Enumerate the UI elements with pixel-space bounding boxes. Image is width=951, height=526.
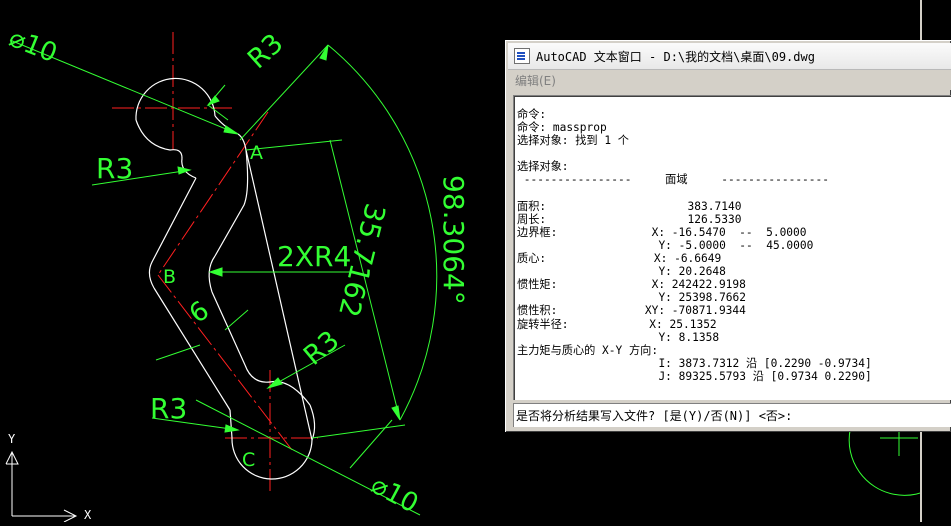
history-line: 命令: [517,108,547,121]
history-line: ---------------- 面域 ---------------- [517,173,829,187]
document-icon [514,48,530,64]
history-line: Y: -5.0000 -- 45.0000 [517,238,814,252]
history-line: Y: 8.1358 [517,330,720,344]
ucs-icon: Y X [0,430,100,526]
history-line: 主力矩与质心的 X-Y 方向: [517,343,659,357]
history-line: Y: 25398.7662 [517,291,747,305]
history-line: 惯性积: XY: -70871.9344 [517,304,746,318]
history-line: J: 89325.5793 沿 [0.9734 0.2290] [517,369,872,383]
history-line: 选择对象: 找到 1 个 [517,134,629,148]
point-b-label: B [163,266,177,288]
dim-angle: 98.3064° [437,175,470,305]
history-line: 质心: X: -6.6649 [517,252,722,266]
text-window-titlebar[interactable]: AutoCAD 文本窗口 - D:\我的文档\桌面\09.dwg [508,43,951,70]
history-line: 选择对象: [517,160,569,174]
command-history[interactable]: 命令: 命令: massprop 选择对象: 找到 1 个 选择对象: ------… [513,95,951,400]
history-line: 旋转半径: X: 25.1352 [517,317,717,331]
history-line: 边界框: X: -16.5470 -- 5.0000 [517,225,807,239]
history-line: 周长: 126.5330 [517,212,742,226]
history-line: 命令: massprop [517,121,607,135]
text-window-menubar: 编辑(E) [508,70,951,90]
command-prompt[interactable]: 是否将分析结果写入文件? [是(Y)/否(N)] <否>: [513,403,951,427]
history-line: I: 3873.7312 沿 [0.2290 -0.9734] [517,356,872,370]
point-c-label: C [242,449,256,471]
history-line [517,147,872,160]
menu-edit[interactable]: 编辑(E) [515,72,556,89]
ucs-x-label: X [84,508,92,522]
dim-r3-left: R3 [96,152,134,185]
command-prompt-text: 是否将分析结果写入文件? [是(Y)/否(N)] <否>: [516,409,793,423]
history-line [517,187,872,200]
autocad-text-window[interactable]: AutoCAD 文本窗口 - D:\我的文档\桌面\09.dwg 编辑(E) 命… [505,40,951,432]
ucs-y-label: Y [8,432,16,446]
history-line: 惯性矩: X: 242422.9198 [517,278,746,292]
text-window-title: AutoCAD 文本窗口 - D:\我的文档\桌面\09.dwg [536,49,815,64]
history-line: Y: 20.2648 [517,265,726,279]
dim-2xr4: 2XR4 [277,240,352,273]
point-a-label: A [250,142,263,164]
command-history-text: 命令: 命令: massprop 选择对象: 找到 1 个 选择对象: ------… [517,108,872,383]
history-line: 面积: 383.7140 [517,199,742,213]
dim-r3-bottom: R3 [150,392,188,425]
